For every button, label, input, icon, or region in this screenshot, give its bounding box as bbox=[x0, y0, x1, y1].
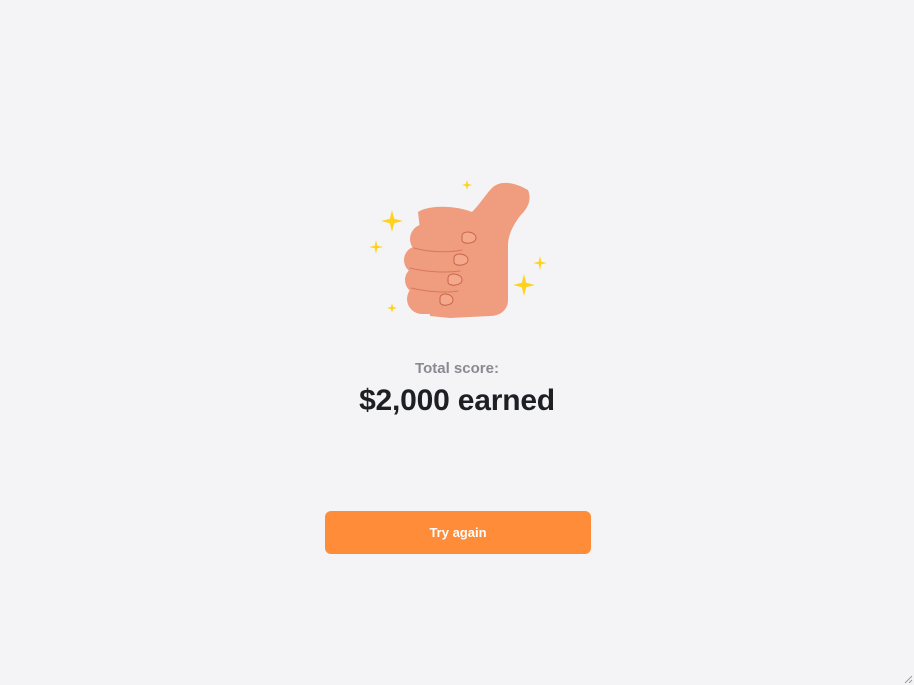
score-label: Total score: bbox=[415, 360, 499, 377]
resize-grip-icon[interactable] bbox=[903, 674, 913, 684]
result-screen: Total score: $2,000 earned Try again bbox=[0, 0, 914, 685]
thumbs-up-icon bbox=[369, 180, 547, 318]
try-again-button[interactable]: Try again bbox=[325, 511, 591, 554]
score-value: $2,000 earned bbox=[359, 384, 555, 417]
